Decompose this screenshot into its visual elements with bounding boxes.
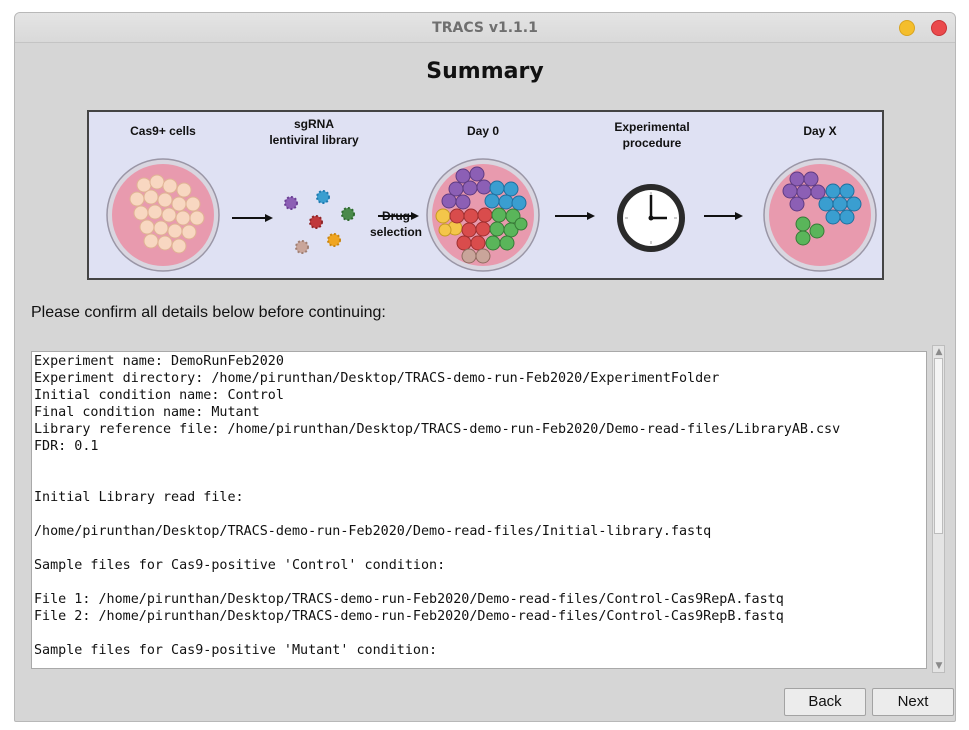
arrow-3 (555, 212, 595, 220)
minimize-button[interactable] (899, 20, 915, 36)
day0-dish (426, 158, 540, 272)
summary-text: Experiment name: DemoRunFeb2020 Experime… (34, 354, 841, 658)
confirm-prompt: Please confirm all details below before … (31, 304, 386, 321)
arrow-4 (704, 212, 743, 220)
label-cas9-cells: Cas9+ cells (130, 124, 196, 138)
app-window: TRACS v1.1.1 Summary Cas9+ cells sgRNA l… (14, 12, 956, 722)
summary-textbox[interactable]: Experiment name: DemoRunFeb2020 Experime… (31, 351, 927, 669)
close-button[interactable] (931, 20, 947, 36)
next-button[interactable]: Next (872, 688, 954, 716)
clock-icon (617, 184, 685, 252)
dayx-dish (763, 158, 877, 272)
label-day0: Day 0 (466, 124, 500, 138)
sgrna-viruses (284, 190, 355, 254)
back-button[interactable]: Back (784, 688, 866, 716)
scrollbar-thumb[interactable] (934, 358, 943, 534)
title-bar[interactable]: TRACS v1.1.1 (15, 13, 955, 43)
label-drug-selection: Drug selection (369, 209, 423, 239)
scroll-down-arrow-icon[interactable]: ▼ (934, 661, 944, 671)
scroll-up-arrow-icon[interactable]: ▲ (934, 347, 944, 357)
cas9-cells-dish (106, 158, 220, 272)
arrow-1 (232, 214, 273, 222)
workflow-diagram: Cas9+ cells sgRNA lentiviral library Dru… (87, 110, 884, 280)
label-experimental-procedure: Experimental procedure (614, 120, 690, 150)
label-sgrna-library: sgRNA lentiviral library (269, 117, 359, 147)
summary-scrollbar[interactable]: ▲ ▼ (932, 345, 945, 673)
label-dayx: Day X (803, 124, 837, 138)
page-title: Summary (426, 59, 544, 84)
window-title: TRACS v1.1.1 (432, 20, 538, 36)
